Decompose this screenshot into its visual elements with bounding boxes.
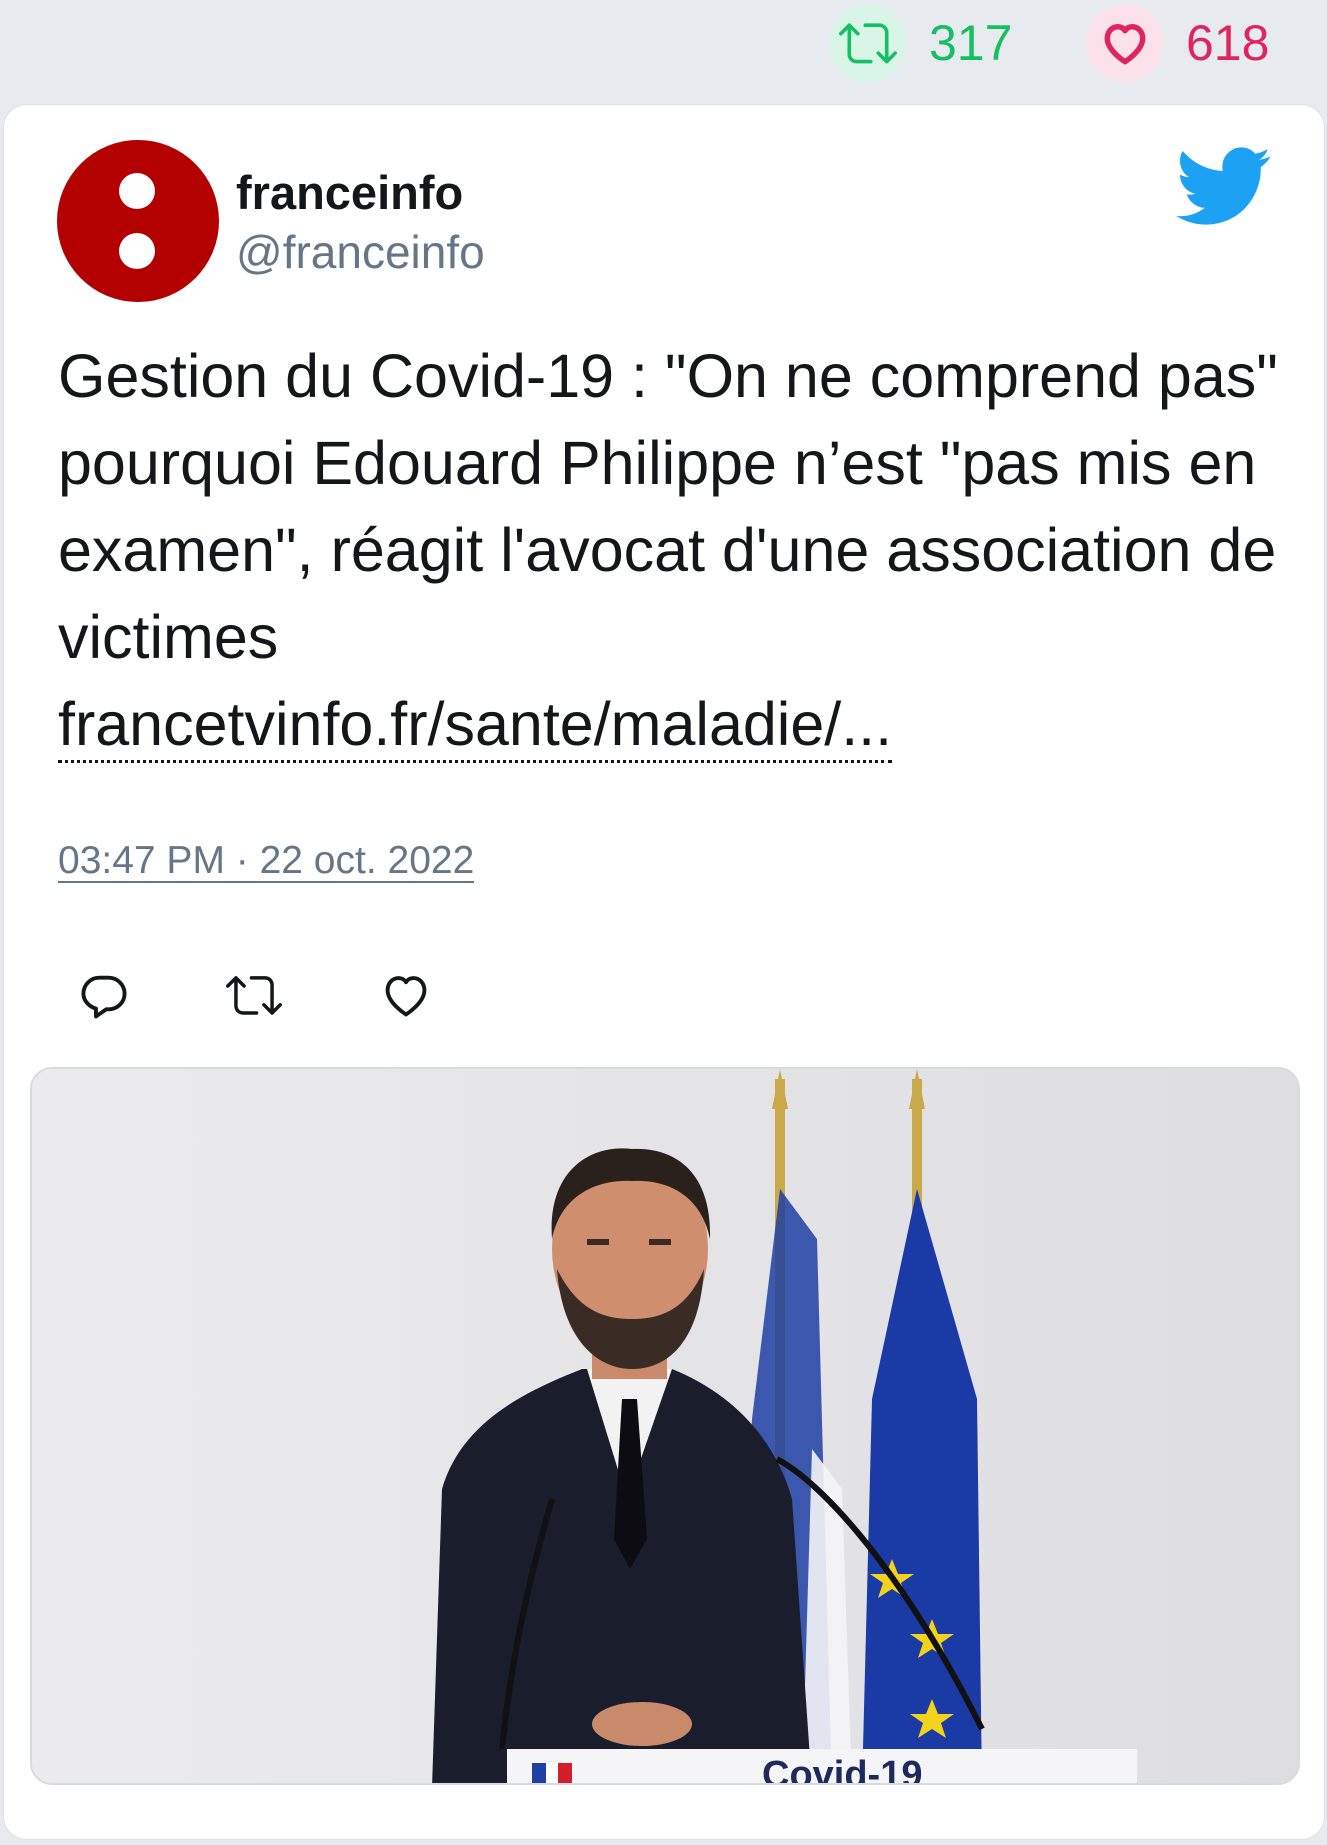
press-conference-photo: Covid-19 bbox=[32, 1069, 1298, 1785]
author-handle[interactable]: @franceinfo bbox=[236, 225, 485, 279]
like-icon[interactable] bbox=[376, 965, 436, 1025]
like-count: 618 bbox=[1186, 15, 1270, 71]
retweet-count: 317 bbox=[929, 15, 1013, 71]
tweet-timestamp[interactable]: 03:47 PM · 22 oct. 2022 bbox=[58, 841, 475, 883]
tweet-text: Gestion du Covid-19 : "On ne comprend pa… bbox=[58, 333, 1278, 768]
tweet-body: Gestion du Covid-19 : "On ne comprend pa… bbox=[58, 342, 1278, 671]
like-count-stat[interactable]: 618 bbox=[1086, 4, 1269, 82]
reply-icon[interactable] bbox=[74, 965, 134, 1025]
twitter-bird-icon[interactable] bbox=[1176, 147, 1272, 227]
tweet-card: franceinfo @franceinfo Gestion du Covid-… bbox=[3, 104, 1325, 1840]
avatar-dot-top bbox=[119, 173, 155, 209]
tweet-media-image[interactable]: Covid-19 bbox=[30, 1067, 1300, 1785]
retweet-count-stat[interactable]: 317 bbox=[829, 4, 1012, 82]
author-name[interactable]: franceinfo bbox=[236, 165, 463, 220]
heart-icon bbox=[1086, 4, 1164, 82]
podium-text: Covid-19 bbox=[762, 1754, 922, 1785]
retweet-icon bbox=[829, 4, 907, 82]
tweet-link[interactable]: francetvinfo.fr/sante/maladie/... bbox=[58, 688, 893, 763]
avatar-dot-bottom bbox=[119, 233, 155, 269]
retweet-icon[interactable] bbox=[224, 965, 284, 1025]
engagement-stats: 317 618 bbox=[0, 0, 1327, 100]
author-avatar[interactable] bbox=[57, 140, 219, 302]
